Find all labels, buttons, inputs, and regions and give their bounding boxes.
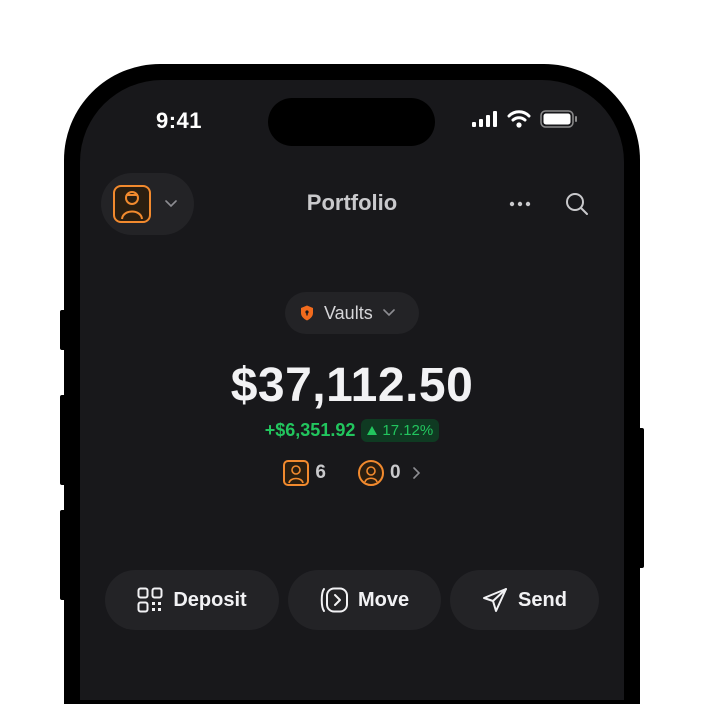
battery-icon xyxy=(540,110,577,128)
collectible-icon xyxy=(358,460,384,486)
move-icon xyxy=(320,587,348,613)
asset-counts[interactable]: 6 0 xyxy=(80,460,624,486)
side-button xyxy=(60,510,66,600)
side-button xyxy=(60,310,66,350)
change-percent: 17.12% xyxy=(382,422,434,439)
app-screen: 9:41 Portfolio Vaults $37,112.50 +$6,351… xyxy=(80,80,624,700)
wifi-icon xyxy=(507,110,531,128)
deposit-label: Deposit xyxy=(173,588,247,611)
search-icon[interactable] xyxy=(565,192,589,216)
status-icons xyxy=(472,110,578,128)
change-amount: +$6,351.92 xyxy=(264,420,356,440)
triangle-up-icon xyxy=(367,426,378,435)
more-icon[interactable] xyxy=(509,201,531,207)
chevron-right-icon xyxy=(412,467,420,479)
move-button[interactable]: Move xyxy=(288,570,441,630)
vault-label: Vaults xyxy=(324,302,373,323)
total-balance: $37,112.50 xyxy=(230,359,474,412)
qr-icon xyxy=(137,587,163,613)
chevron-down-icon xyxy=(382,309,395,317)
action-bar: Deposit Move Send xyxy=(105,570,599,630)
dynamic-island xyxy=(268,98,435,146)
send-icon xyxy=(483,588,508,612)
status-time: 9:41 xyxy=(156,108,203,133)
send-button[interactable]: Send xyxy=(450,570,599,630)
change-percent-badge: 17.12% xyxy=(361,419,440,442)
nft-count: 6 xyxy=(315,462,326,483)
shield-icon xyxy=(301,305,313,321)
balance-change: +$6,351.92 17.12% xyxy=(80,419,624,442)
side-button xyxy=(60,395,66,485)
move-label: Move xyxy=(357,588,410,611)
power-button xyxy=(638,428,644,568)
nft-icon xyxy=(283,460,310,486)
deposit-button[interactable]: Deposit xyxy=(105,570,279,630)
vault-selector[interactable]: Vaults xyxy=(285,292,419,334)
signal-icon xyxy=(472,111,497,127)
collectible-count: 0 xyxy=(390,462,401,483)
page-title: Portfolio xyxy=(306,190,398,215)
send-label: Send xyxy=(518,588,567,611)
